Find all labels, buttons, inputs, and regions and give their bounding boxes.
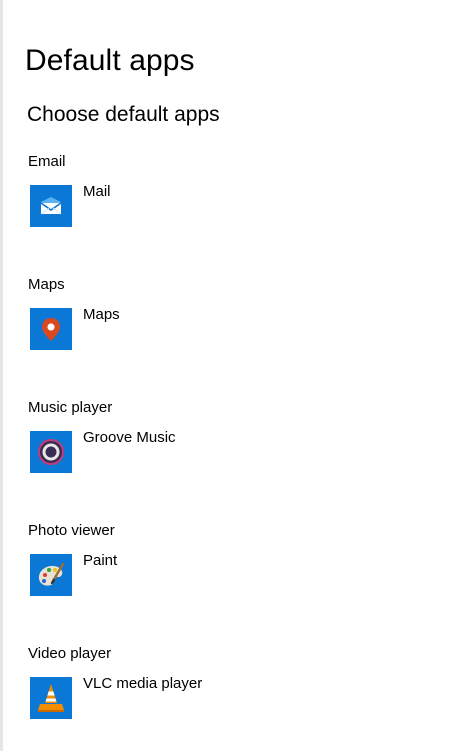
email-app-button[interactable]: Mail [28, 183, 328, 229]
groove-music-icon [30, 431, 72, 473]
vlc-icon [30, 677, 72, 719]
category-label: Photo viewer [28, 522, 115, 539]
section-title: Choose default apps [27, 103, 220, 126]
music-player-app-button[interactable]: Groove Music [28, 429, 328, 475]
app-name: Paint [83, 552, 118, 569]
category-label: Maps [28, 276, 65, 293]
maps-icon [30, 308, 72, 350]
app-name: Groove Music [83, 429, 176, 446]
app-name: Mail [83, 183, 111, 200]
video-player-app-button[interactable]: VLC media player [28, 675, 328, 721]
category-label: Video player [28, 645, 112, 662]
photo-viewer-app-button[interactable]: Paint [28, 552, 328, 598]
window-left-edge [0, 0, 3, 751]
app-name: VLC media player [83, 675, 203, 692]
mail-icon [30, 185, 72, 227]
paint-icon [30, 554, 72, 596]
app-name: Maps [83, 306, 120, 323]
maps-app-button[interactable]: Maps [28, 306, 328, 352]
category-label: Email [28, 153, 66, 170]
page-title: Default apps [25, 44, 195, 77]
category-label: Music player [28, 399, 113, 416]
